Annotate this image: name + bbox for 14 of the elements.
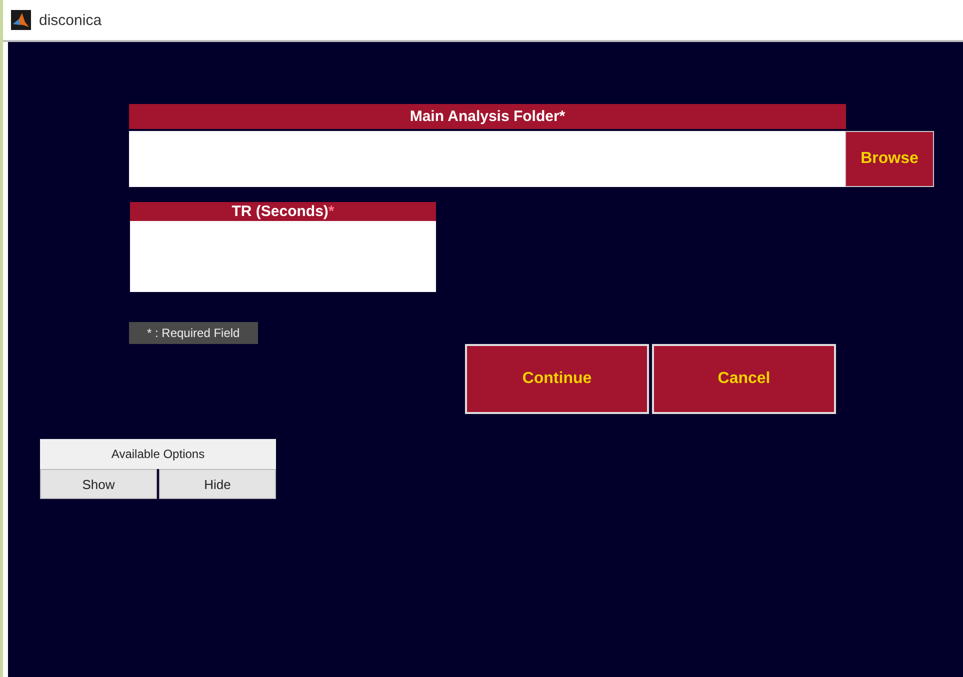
browse-button[interactable]: Browse — [845, 131, 934, 187]
action-button[interactable]: Continue — [465, 344, 649, 414]
window-title: disconica — [39, 12, 102, 28]
tr-input-field[interactable] — [130, 221, 436, 292]
required-mark: * — [328, 203, 334, 220]
option-button[interactable]: Hide — [159, 469, 276, 499]
field-header: Main Analysis Folder* — [129, 104, 846, 129]
field-label: TR (Seconds) — [232, 203, 328, 220]
action-button[interactable]: Cancel — [652, 344, 836, 414]
option-button[interactable]: Show — [40, 469, 157, 499]
folder-input-field[interactable] — [129, 131, 845, 187]
required-note: * : Required Field — [129, 322, 258, 344]
app-icon — [11, 10, 31, 30]
options-header: Available Options — [40, 439, 276, 469]
